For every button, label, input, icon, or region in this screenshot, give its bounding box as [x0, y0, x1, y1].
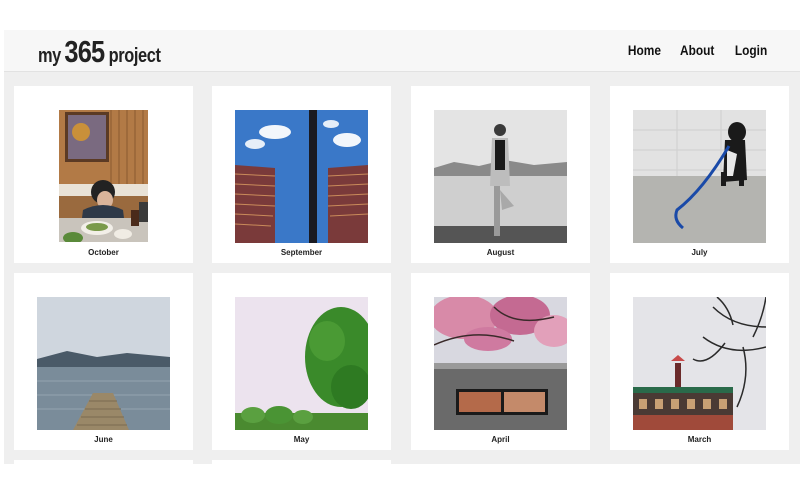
photo-september[interactable]: [235, 110, 368, 243]
month-label: May: [293, 435, 310, 444]
nav-about-link[interactable]: About: [680, 42, 714, 58]
month-label: July: [691, 248, 708, 257]
photo-green-tree-image: [235, 297, 368, 430]
month-label: April: [491, 435, 510, 444]
month-label: August: [486, 248, 515, 257]
photo-may[interactable]: [235, 297, 368, 430]
logo-number: 365: [64, 34, 105, 69]
month-card-partial[interactable]: [212, 460, 391, 464]
photo-october[interactable]: [59, 110, 148, 242]
nav-login-link[interactable]: Login: [735, 42, 767, 58]
photo-bare-tree-building-image: [633, 297, 766, 430]
page-frame: my 365 project Home About Login October …: [4, 30, 800, 464]
photo-cherry-blossom-image: [434, 297, 567, 430]
photo-girl-eating-image: [59, 110, 148, 242]
month-card-partial[interactable]: [14, 460, 193, 464]
month-label: March: [687, 435, 712, 444]
photo-towers-sky-image: [235, 110, 368, 243]
nav-home-link[interactable]: Home: [627, 42, 660, 58]
photo-dog-leash-image: [633, 110, 766, 243]
logo-suffix: project: [108, 45, 161, 67]
main-nav: Home About Login: [625, 42, 770, 58]
month-label: June: [94, 435, 113, 444]
month-label: September: [280, 248, 323, 257]
site-logo[interactable]: my 365 project: [38, 34, 166, 69]
month-card-may[interactable]: May: [212, 273, 391, 450]
photo-april[interactable]: [434, 297, 567, 430]
month-card-july[interactable]: July: [610, 86, 789, 263]
month-card-august[interactable]: August: [411, 86, 590, 263]
photo-august[interactable]: [434, 110, 567, 243]
photo-march[interactable]: [633, 297, 766, 430]
month-label: October: [88, 248, 119, 257]
photo-july[interactable]: [633, 110, 766, 243]
month-card-june[interactable]: June: [14, 273, 193, 450]
logo-prefix: my: [38, 45, 61, 67]
photo-june[interactable]: [37, 297, 170, 430]
photo-yoga-lake-image: [434, 110, 567, 243]
month-card-september[interactable]: September: [212, 86, 391, 263]
month-card-march[interactable]: March: [610, 273, 789, 450]
site-header: my 365 project Home About Login: [4, 30, 800, 72]
photo-dock-lake-image: [37, 297, 170, 430]
month-card-april[interactable]: April: [411, 273, 590, 450]
month-card-october[interactable]: October: [14, 86, 193, 263]
